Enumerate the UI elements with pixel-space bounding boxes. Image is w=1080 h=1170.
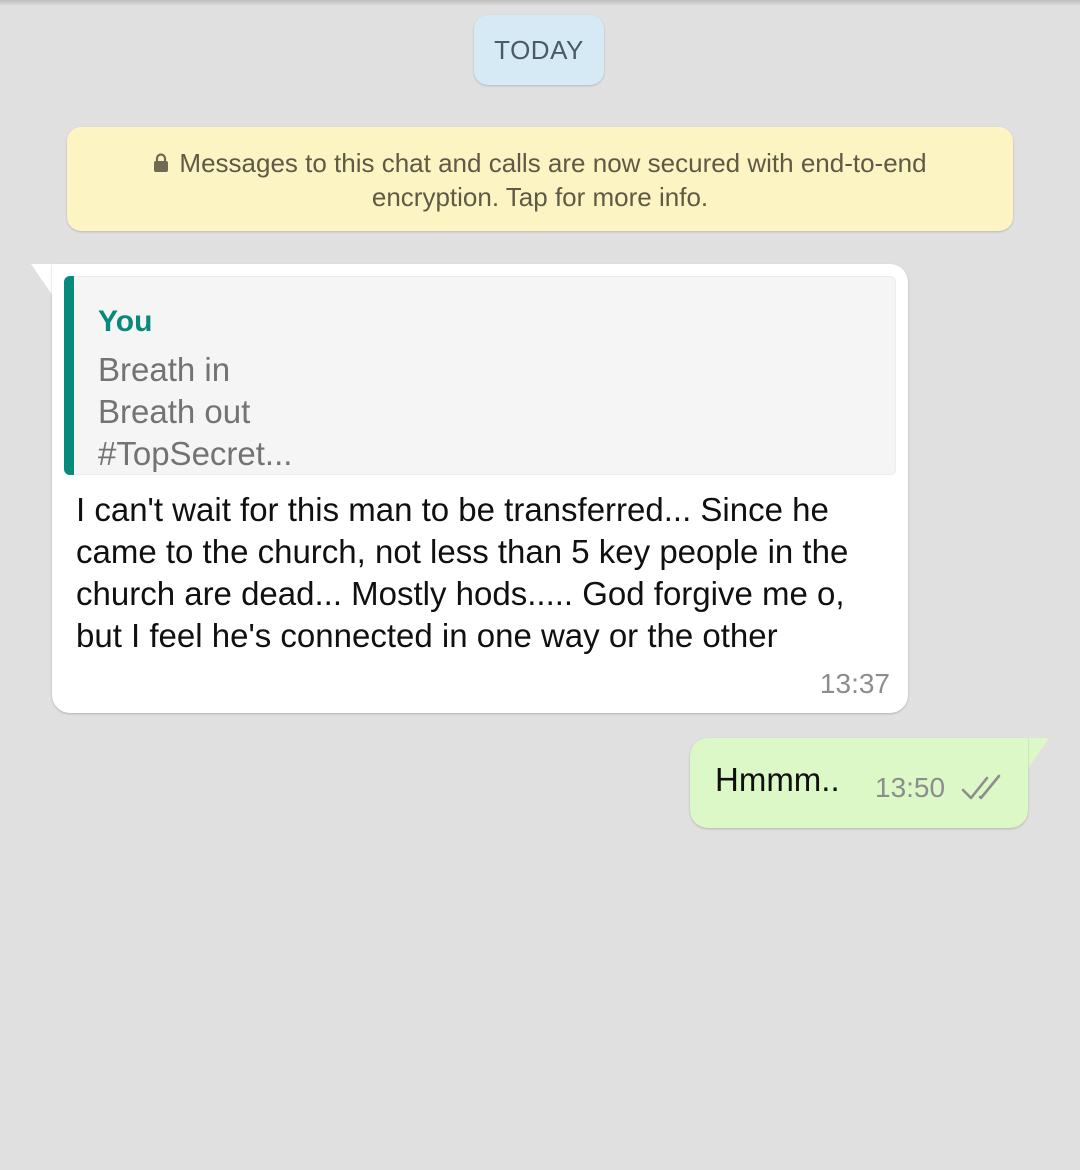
- outgoing-message-time: 13:50: [875, 772, 946, 803]
- encryption-notice-text: Messages to this chat and calls are now …: [179, 148, 927, 212]
- incoming-message-text: I can't wait for this man to be transfer…: [76, 491, 849, 654]
- outgoing-bubble-tail: [1027, 738, 1049, 770]
- outgoing-message[interactable]: Hmmm.. 13:50: [690, 738, 1028, 828]
- encryption-notice[interactable]: Messages to this chat and calls are now …: [67, 127, 1013, 231]
- quoted-message[interactable]: You Breath in Breath out #TopSecret...: [64, 276, 896, 475]
- top-shadow: [0, 0, 1080, 6]
- incoming-bubble-tail: [31, 264, 53, 296]
- quote-accent-bar: [64, 276, 74, 475]
- incoming-message-time: 13:37: [819, 668, 890, 699]
- incoming-message[interactable]: You Breath in Breath out #TopSecret... I…: [52, 264, 908, 713]
- quoted-text: Breath in Breath out #TopSecret...: [98, 351, 293, 472]
- quoted-author: You: [98, 305, 153, 338]
- lock-icon: [153, 148, 169, 181]
- outgoing-message-text: Hmmm..: [715, 761, 840, 798]
- double-check-icon: [960, 773, 1006, 808]
- date-divider: TODAY: [474, 15, 604, 85]
